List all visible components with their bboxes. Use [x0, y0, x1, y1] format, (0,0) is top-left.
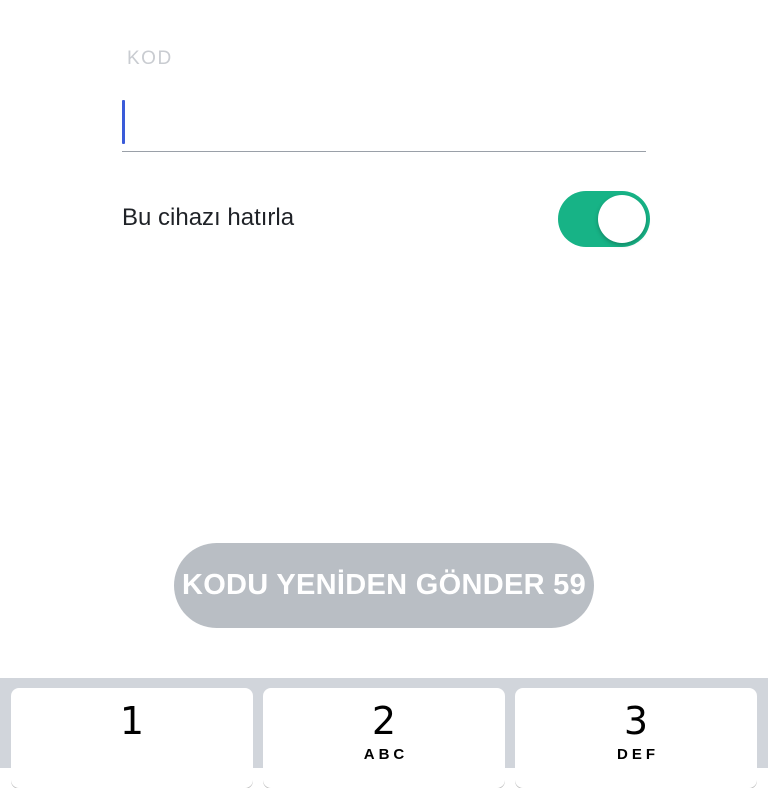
key-2[interactable]: 2 ABC [263, 688, 505, 788]
remember-device-toggle[interactable] [558, 191, 650, 247]
key-digit: 1 [119, 699, 145, 743]
resend-code-button[interactable]: KODU YENİDEN GÖNDER 59 [174, 543, 594, 628]
code-field-label: KOD [127, 48, 173, 69]
code-input[interactable] [122, 96, 646, 152]
toggle-knob [598, 195, 646, 243]
key-1[interactable]: 1 [11, 688, 253, 788]
key-3[interactable]: 3 DEF [515, 688, 757, 788]
key-digit: 3 [623, 699, 649, 743]
text-caret [122, 100, 125, 144]
key-letters: ABC [363, 746, 409, 763]
numeric-keyboard: 1 2 ABC 3 DEF [0, 678, 768, 788]
key-letters: DEF [617, 746, 659, 763]
remember-device-label: Bu cihazı hatırla [122, 204, 295, 231]
key-digit: 2 [371, 699, 397, 743]
